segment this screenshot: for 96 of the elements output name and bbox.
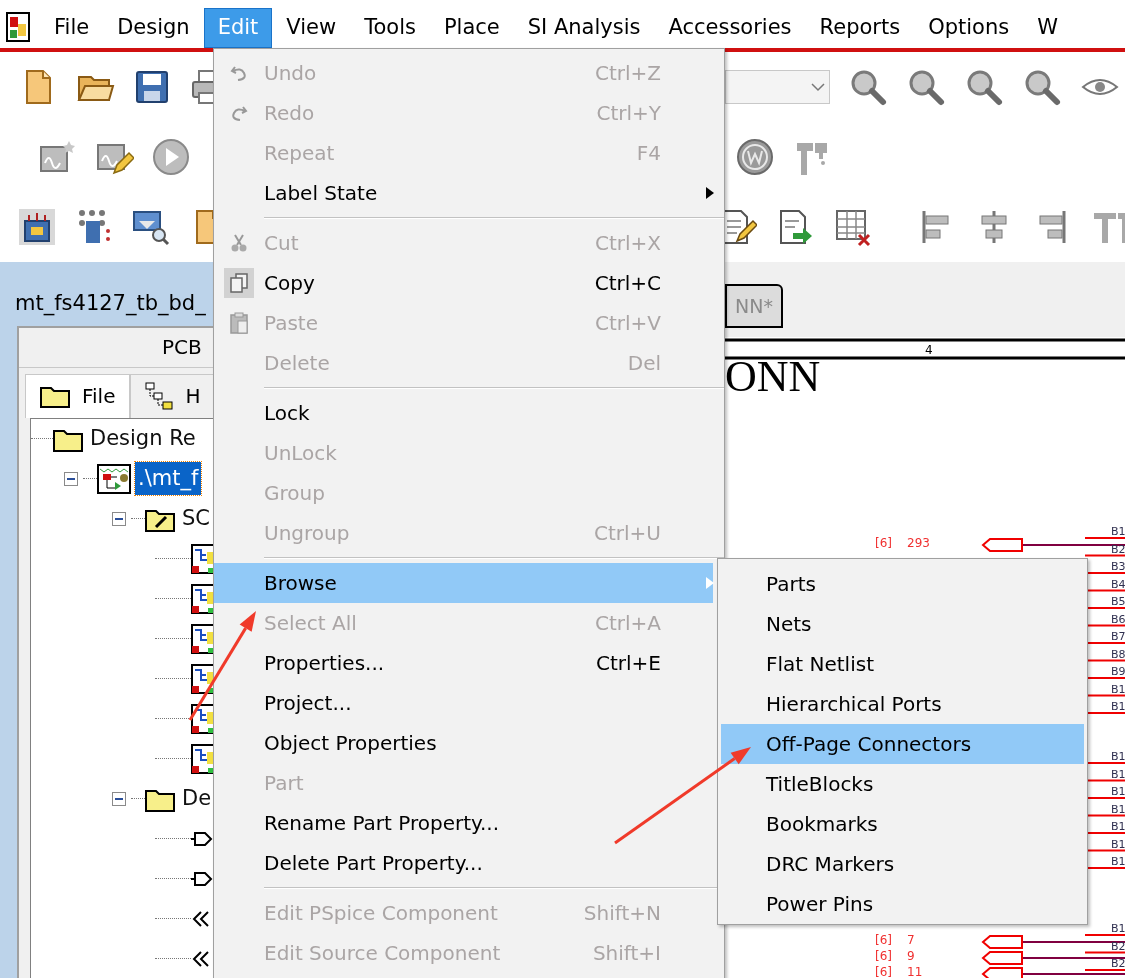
menu-item[interactable]: Rename Part Property... [214, 803, 713, 843]
tree-item[interactable]: .\mt_f [135, 461, 202, 496]
wave-circle-icon[interactable] [735, 137, 775, 177]
caret-icon [811, 82, 825, 92]
pin-label: B1 [1111, 682, 1125, 696]
menu-item[interactable]: W [1023, 8, 1072, 48]
menu-item[interactable]: Power Pins [721, 884, 1084, 924]
pin-line [1084, 969, 1125, 971]
menu-item[interactable]: Object Properties [214, 723, 713, 763]
menu-item[interactable]: Bookmarks [721, 804, 1084, 844]
sheet-reference: [6] [875, 536, 892, 550]
pin-label: B4 [1111, 577, 1125, 591]
submenu-arrow-icon [705, 576, 715, 590]
app-logo-icon[interactable] [6, 12, 30, 42]
circuit-board-icon[interactable] [17, 207, 57, 247]
schematic-title: ONN [725, 352, 821, 401]
net-number: 11 [907, 965, 923, 978]
schematic-page-icon[interactable] [191, 743, 213, 774]
pin-line [1084, 951, 1125, 954]
hierarchy-icon [145, 382, 174, 410]
menu-item[interactable]: SI Analysis [513, 8, 655, 48]
pin-label: B1 [1111, 922, 1125, 935]
menu-item[interactable]: File [40, 8, 104, 48]
menu-item[interactable]: TitleBlocks [721, 764, 1084, 804]
menu-item[interactable]: Lock [214, 393, 713, 433]
pin-label: B1 [1111, 750, 1125, 763]
menu-item[interactable]: Reports [805, 8, 915, 48]
port-connector-icon[interactable] [191, 829, 213, 848]
schematic-page-icon[interactable] [191, 623, 213, 654]
pin-label: B3 [1111, 560, 1125, 573]
tree-item[interactable]: De [179, 781, 213, 816]
folder-icon [40, 384, 70, 408]
dropdown-field[interactable] [725, 70, 830, 104]
pin-label: B7 [1111, 630, 1125, 643]
pin-label: B1 [1111, 785, 1125, 798]
menu-item[interactable]: Properties... Ctrl+E [214, 643, 713, 683]
menu-item[interactable]: Place [429, 8, 514, 48]
net-number: 7 [907, 933, 915, 947]
pin-label: B1 [1111, 820, 1125, 833]
off-page-connector[interactable] [981, 967, 1023, 978]
net-number: 293 [907, 536, 930, 550]
submenu-arrow-icon [705, 186, 715, 200]
schematic-page-icon[interactable] [191, 583, 213, 614]
schematic-page-icon[interactable] [191, 663, 213, 694]
net-number: 9 [907, 949, 915, 963]
schematic-page-icon[interactable] [191, 543, 213, 574]
menu-item[interactable]: Off-Page Connectors [721, 724, 1084, 764]
pin-label: B6 [1111, 612, 1125, 626]
sheet-reference: [6] [875, 949, 892, 963]
copy-icon [224, 268, 254, 298]
off-page-connector[interactable] [981, 951, 1023, 965]
menu-item[interactable]: Nets [721, 604, 1084, 644]
menu-item[interactable]: Tools [350, 8, 430, 48]
menu-item[interactable]: Delete Part Property... [214, 843, 713, 883]
menu-item[interactable]: Parts [721, 564, 1084, 604]
play-icon[interactable] [151, 137, 191, 177]
menu-item[interactable]: View [272, 8, 351, 48]
pin-label: B1 [1111, 837, 1125, 851]
sheet-reference: [6] [875, 933, 892, 947]
menu-item[interactable]: Options [914, 8, 1024, 48]
pin-label: B1 [1111, 802, 1125, 816]
pin-label: B2 [1111, 939, 1125, 953]
sheet-reference: [6] [875, 965, 892, 978]
off-page-connector[interactable] [981, 935, 1023, 949]
menu-item[interactable]: DRC Markers [721, 844, 1084, 884]
menu-item[interactable]: Label State [214, 173, 713, 213]
table-delete-icon[interactable] [833, 207, 873, 247]
pin-line [1084, 554, 1125, 557]
tree-item[interactable]: SC [179, 501, 213, 536]
port-connector-icon[interactable] [191, 869, 213, 888]
pin-label: B2 [1111, 542, 1125, 556]
ruler-label: 4 [925, 343, 933, 357]
pin-label: B1 [1111, 525, 1125, 538]
pin-label: B1 [1111, 700, 1125, 713]
pin-label: B1 [1111, 855, 1125, 868]
pin-line [1084, 537, 1125, 539]
menu-item[interactable]: Flat Netlist [721, 644, 1084, 684]
menu-item[interactable]: Hierarchical Ports [721, 684, 1084, 724]
pin-label: B9 [1111, 665, 1125, 678]
panel-title: mt_fs4127_tb_bd_ [14, 290, 207, 318]
pin-label: B8 [1111, 647, 1125, 661]
pin-label: B5 [1111, 595, 1125, 608]
menu-item[interactable]: Copy Ctrl+C [214, 263, 713, 303]
pin-line [1084, 934, 1125, 936]
pin-label: B2 [1111, 957, 1125, 970]
pin-label: B1 [1111, 767, 1125, 781]
menu-item[interactable]: Browse [214, 563, 713, 603]
panel-tab[interactable]: File [25, 373, 131, 418]
off-page-connector[interactable] [981, 538, 1023, 552]
menu-item[interactable]: Accessories [654, 8, 806, 48]
schematic-page-icon[interactable] [191, 703, 213, 734]
menu-item[interactable]: Design [103, 8, 204, 48]
menu-item[interactable]: Project... [214, 683, 713, 723]
tree-item[interactable]: Design Re [87, 421, 199, 456]
schematic-design-icon[interactable] [97, 463, 131, 494]
panel-tab[interactable]: H [130, 373, 213, 418]
